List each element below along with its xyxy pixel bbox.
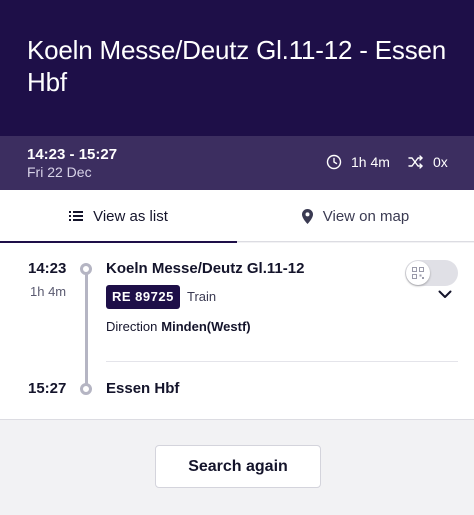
tab-view-on-map-label: View on map [322,207,410,225]
toggle-knob [406,261,430,285]
journey-leg-card: 14:23 1h 4m 15:27 Koeln Messe/Deutz Gl.1… [0,243,474,420]
location-pin-icon [301,208,313,224]
departure-stop: Koeln Messe/Deutz Gl.11-12 [106,260,305,277]
search-again-button[interactable]: Search again [155,445,321,488]
summary-time-range: 14:23 - 15:27 [27,146,118,163]
departure-time: 14:23 [28,260,67,277]
train-number-badge: RE 89725 [106,285,180,309]
direction-label: Direction [106,319,158,334]
train-type: Train [187,289,217,304]
arrival-stop: Essen Hbf [106,380,180,397]
list-icon [69,211,84,221]
stop-divider [106,361,458,362]
leg-duration: 1h 4m [30,284,67,299]
journey-header: Koeln Messe/Deutz Gl.11-12 - Essen Hbf [0,0,474,136]
summary-changes: 0x [408,154,448,170]
shuffle-icon [408,155,423,169]
summary-duration-value: 1h 4m [351,154,390,170]
timeline-departure-dot [80,263,92,275]
view-tabs: View as list View on map [0,190,474,243]
page-title: Koeln Messe/Deutz Gl.11-12 - Essen Hbf [27,35,447,97]
summary-changes-value: 0x [433,154,448,170]
timeline-arrival-dot [80,383,92,395]
summary-date: Fri 22 Dec [27,164,92,180]
tab-view-as-list[interactable]: View as list [0,190,237,243]
direction-value: Minden(Westf) [161,319,251,334]
qr-ticket-toggle[interactable] [405,260,458,286]
tab-view-on-map[interactable]: View on map [237,190,474,242]
train-direction: Direction Minden(Westf) [106,319,251,334]
tab-view-as-list-label: View as list [93,207,168,225]
clock-icon [326,154,342,170]
qr-code-icon [412,267,424,279]
journey-summary-bar: 14:23 - 15:27 Fri 22 Dec 1h 4m 0x [0,136,474,190]
arrival-time: 15:27 [28,380,67,397]
summary-duration: 1h 4m [326,154,390,170]
timeline-line [85,274,88,388]
chevron-down-icon[interactable] [438,290,452,299]
